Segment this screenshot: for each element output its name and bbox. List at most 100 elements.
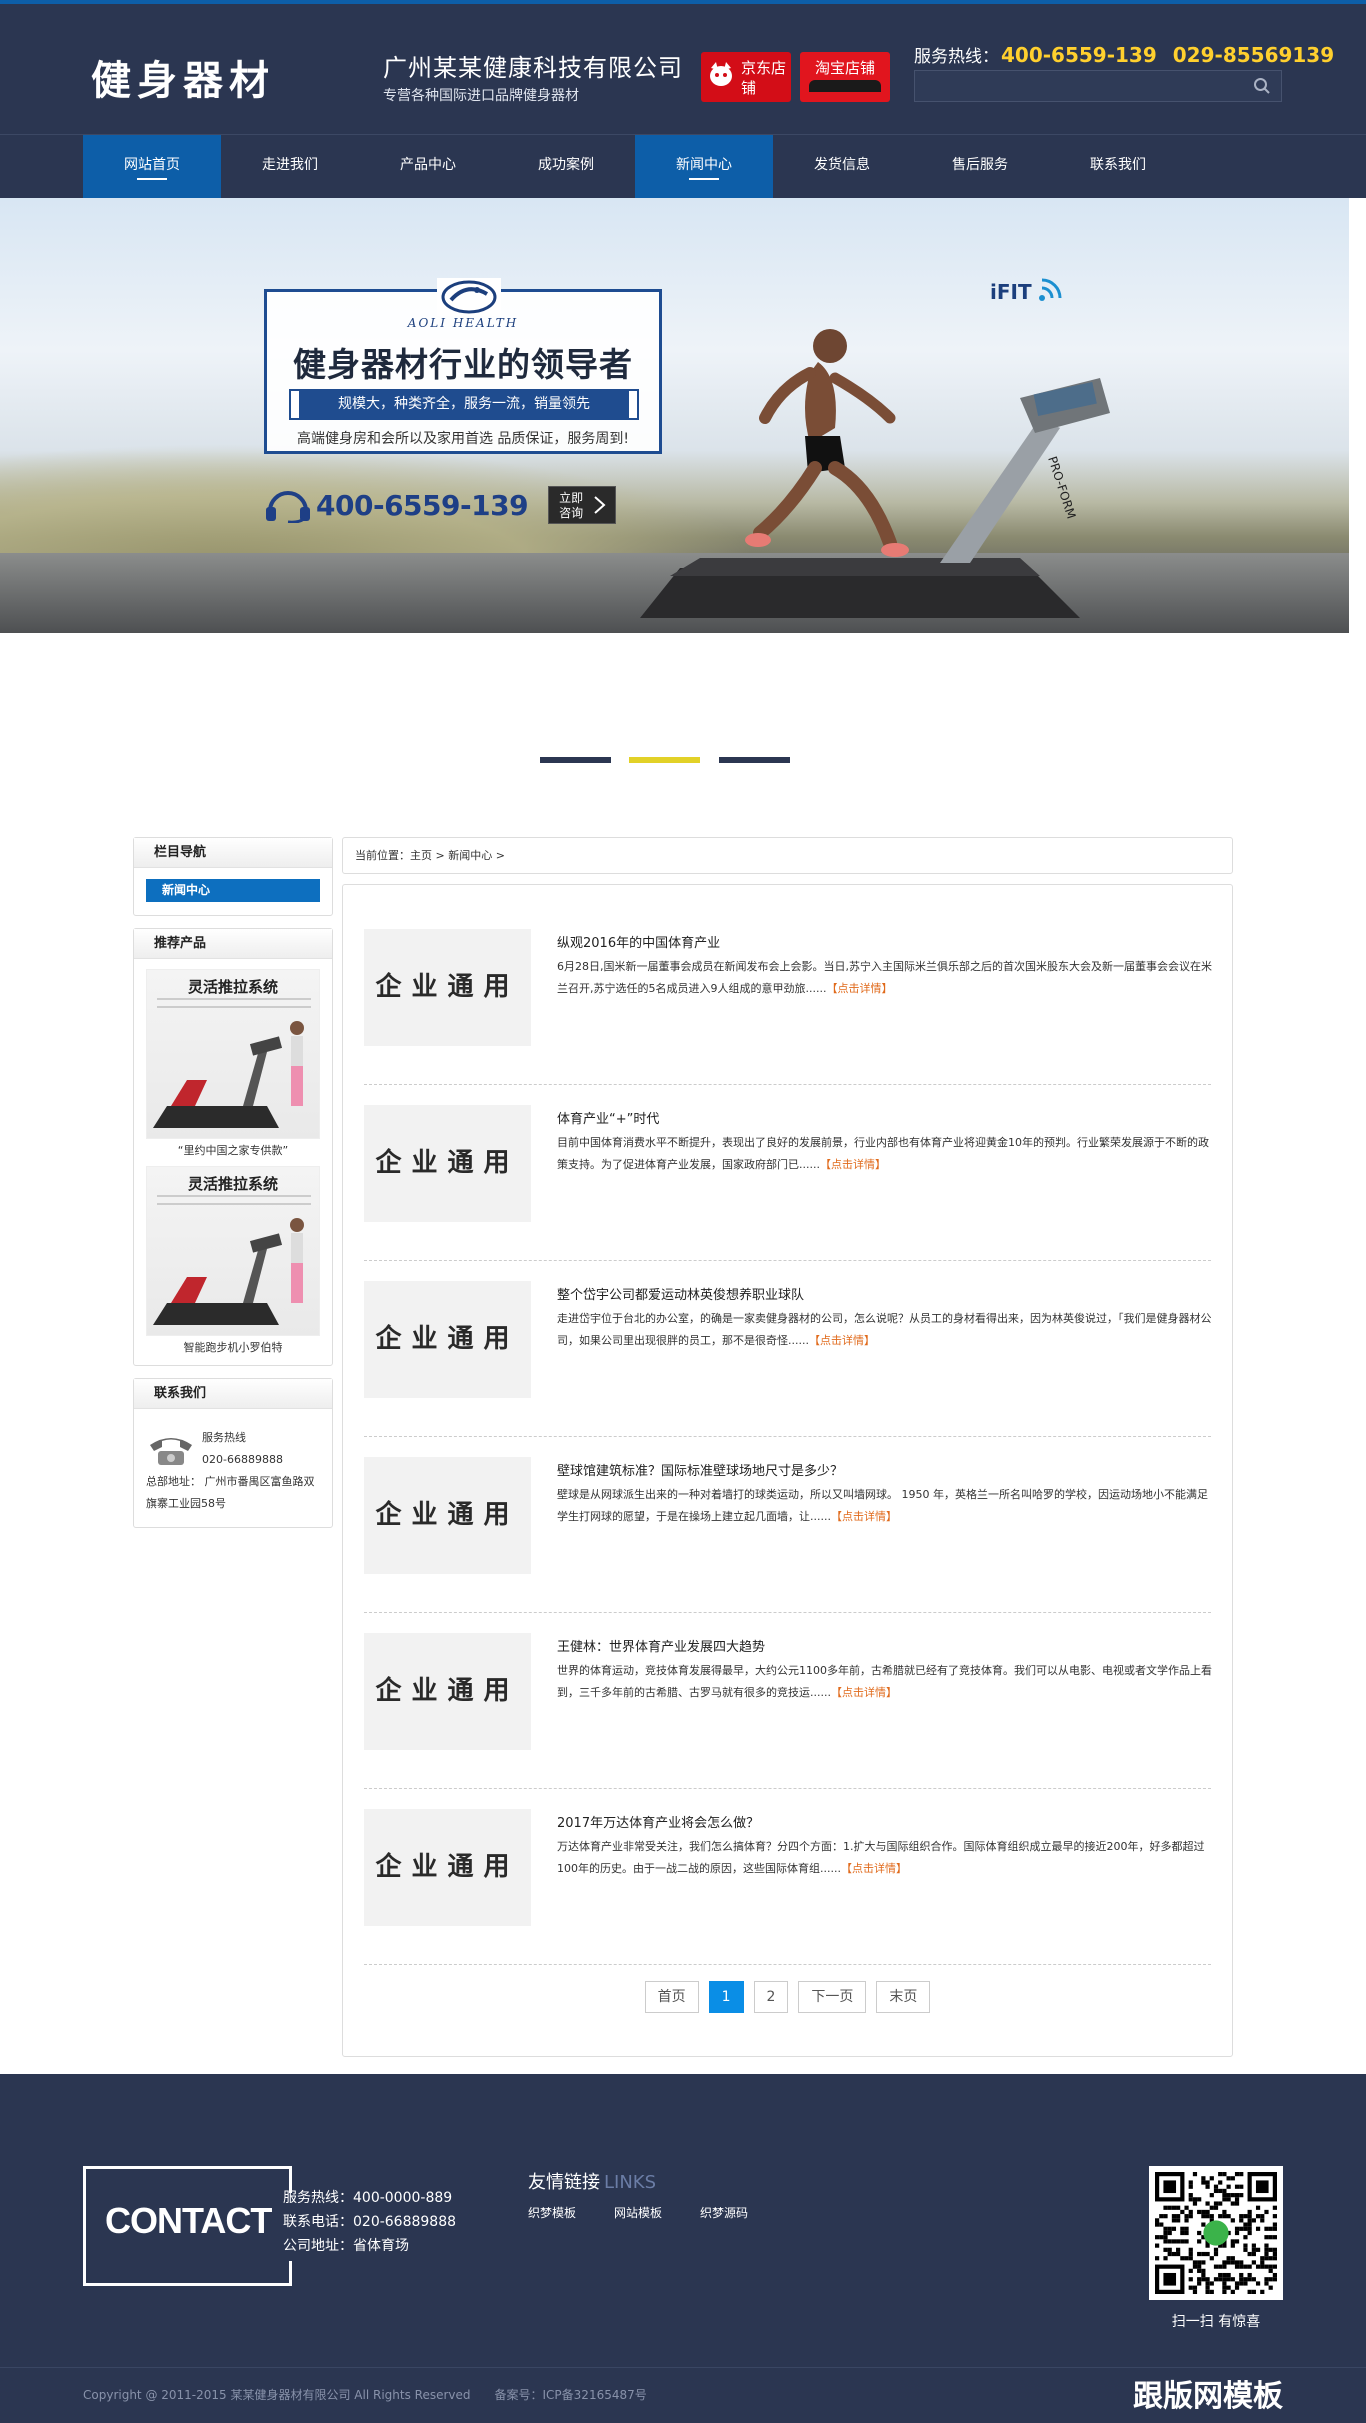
news-item: 企业通用 纵观2016年的中国体育产业 6月28日,国米新一届董事会成员在新闻发布会… [364,909,1212,1085]
chevron-right-icon [594,496,606,514]
aoli-health-logo-icon [437,278,501,316]
jd-shop-label: 京东店铺 [741,59,787,97]
taobao-shop-button[interactable]: 淘宝店铺 [800,52,890,102]
news-item: 企业通用 体育产业“+”时代 目前中国体育消费水平不断提升，表现出了良好的发展前景，… [364,1085,1211,1261]
main-content: 栏目导航 新闻中心 推荐产品 灵活推拉系统 “里约中国之家专供款” 灵活推拉系统智能… [133,837,1233,2074]
company-slogan: 专营各种国际进口品牌健身器材 [383,88,579,104]
pager-page-2[interactable]: 2 [753,1981,789,2013]
news-more-link[interactable]: 【点击详情】 [841,1862,907,1875]
pager-last-button[interactable]: 末页 [876,1981,931,2013]
news-more-link[interactable]: 【点击详情】 [831,1686,897,1699]
product-image[interactable]: 灵活推拉系统 [146,1166,320,1336]
search-icon[interactable] [1253,77,1271,95]
slider-dot-2[interactable] [629,757,700,763]
friend-links: 友情链接 LINKS 织梦模板 网站模板 织梦源码 [528,2168,786,2221]
consult-now-button[interactable]: 立即 咨询 [548,486,617,524]
pager-first-button[interactable]: 首页 [644,1981,699,2013]
news-more-link[interactable]: 【点击详情】 [809,1334,875,1347]
headset-icon [266,491,310,523]
friend-link[interactable]: 织梦源码 [700,2204,748,2221]
company-name: 广州某某健康科技有限公司 [383,54,683,82]
product-image[interactable]: 灵活推拉系统 [146,969,320,1139]
news-thumbnail[interactable]: 企业通用 [364,929,531,1046]
contact-hotline-label: 服务热线 [202,1431,246,1444]
product-image-subtext [157,1195,311,1205]
nav-item-7[interactable]: 售后服务 [911,135,1049,198]
search-input[interactable] [914,70,1282,102]
news-description: 走进岱宇位于台北的办公室，的确是一家卖健身器材的公司，怎么说呢？从员工的身材看得… [557,1308,1212,1352]
friend-link[interactable]: 织梦模板 [528,2204,576,2221]
site-logo[interactable]: 健身器材 [91,48,275,106]
news-title[interactable]: 体育产业“+”时代 [557,1108,1212,1127]
banner-edge [1349,198,1366,633]
column-nav-box: 栏目导航 新闻中心 [133,837,333,916]
nav-item-4[interactable]: 成功案例 [497,135,635,198]
recommended-products-box: 推荐产品 灵活推拉系统 “里约中国之家专供款” 灵活推拉系统智能跑步机小罗伯特 [133,928,333,1366]
product-caption[interactable]: “里约中国之家专供款” [146,1142,320,1158]
news-title[interactable]: 整个岱宇公司都爱运动林英俊想养职业球队 [557,1284,1212,1303]
consult-line-2: 咨询 [559,506,584,520]
product-image-title: 灵活推拉系统 [187,978,278,996]
pager-page-1[interactable]: 1 [708,1981,744,2013]
treadmill-product-icon [153,1218,304,1325]
news-title[interactable]: 纵观2016年的中国体育产业 [557,932,1212,951]
contact-address: 总部地址： 广州市番禺区富鱼路双旗寨工业园58号 [146,1475,315,1510]
sidebar-item-news[interactable]: 新闻中心 [146,879,320,902]
site-footer: CONTACT 服务热线：400-0000-889 联系电话：020-66889… [0,2074,1366,2367]
footer-phone: 联系电话：020-66889888 [283,2214,457,2230]
product-caption[interactable]: 智能跑步机小罗伯特 [146,1339,320,1355]
news-item: 企业通用 壁球馆建筑标准？国际标准壁球场地尺寸是多少？ 壁球是从网球派生出来的一种对… [364,1437,1211,1613]
column-nav-title: 栏目导航 [134,838,332,868]
news-item: 企业通用 整个岱宇公司都爱运动林英俊想养职业球队走进岱宇位于台北的办公室，的确是一… [364,1261,1212,1437]
product-image-subtext [157,998,311,1008]
recommended-product[interactable]: 灵活推拉系统 “里约中国之家专供款” [146,969,320,1158]
slider-dot-1[interactable] [540,757,611,763]
banner-phone-row: 400-6559-139 立即 咨询 [264,486,617,524]
news-thumbnail[interactable]: 企业通用 [364,1457,531,1574]
news-thumbnail[interactable]: 企业通用 [364,1633,531,1750]
pager-next-button[interactable]: 下一页 [798,1981,867,2013]
nav-item-1[interactable]: 网站首页 [83,135,221,198]
jd-shop-button[interactable]: 京东店铺 [701,52,791,102]
news-content: 当前位置：主页 > 新闻中心 > 企业通用 纵观2016年的中国体育产业 6月28日… [342,837,1233,2057]
contact-word: CONTACT [105,2200,272,2241]
jd-dog-icon [710,62,732,86]
icp-text[interactable]: 备案号：ICP备32165487号 [495,2388,647,2402]
news-more-link[interactable]: 【点击详情】 [826,982,892,995]
news-thumbnail[interactable]: 企业通用 [364,1281,531,1398]
site-header: 健身器材 广州某某健康科技有限公司 专营各种国际进口品牌健身器材 京东店铺 淘宝… [0,0,1366,134]
hotline-number-1: 400-6559-139 [1001,43,1157,67]
nav-item-8[interactable]: 联系我们 [1049,135,1187,198]
nav-item-2[interactable]: 走进我们 [221,135,359,198]
breadcrumb: 当前位置：主页 > 新闻中心 > [342,837,1233,874]
contact-title: 联系我们 [134,1379,332,1409]
news-title[interactable]: 王健林：世界体育产业发展四大趋势 [557,1636,1212,1655]
telephone-icon [150,1438,192,1465]
nav-item-3[interactable]: 产品中心 [359,135,497,198]
copyright-text: Copyright @ 2011-2015 某某健身器材有限公司 All Rig… [83,2388,471,2402]
slider-dot-3[interactable] [719,757,790,763]
recommended-product[interactable]: 灵活推拉系统智能跑步机小罗伯特 [146,1166,320,1355]
news-title[interactable]: 壁球馆建筑标准？国际标准壁球场地尺寸是多少？ [557,1460,1212,1479]
news-thumbnail[interactable]: 企业通用 [364,1105,531,1222]
news-description: 6月28日,国米新一届董事会成员在新闻发布会上会影。当日,苏宁入主国际米兰俱乐部… [557,956,1212,1000]
nav-item-5[interactable]: 新闻中心 [635,135,773,198]
friend-links-title-en: LINKS [604,2172,657,2193]
ifit-text: iFIT [990,280,1032,304]
news-title[interactable]: 2017年万达体育产业将会怎么做？ [557,1812,1212,1831]
recommended-products-title: 推荐产品 [134,929,332,959]
treadmill-product-icon [153,1021,304,1128]
friend-link[interactable]: 网站模板 [614,2204,662,2221]
footer-contact-lines: 服务热线：400-0000-889 联系电话：020-66889888 公司地址… [283,2186,456,2258]
qr-code [1149,2166,1283,2300]
nav-item-6[interactable]: 发货信息 [773,135,911,198]
news-more-link[interactable]: 【点击详情】 [831,1510,897,1523]
hero-banner[interactable]: PRO-FORM iFIT AOLI HEALTH 健身器材行业的领导者 规模大… [0,198,1366,633]
treadmill-runner-image: PRO-FORM [640,329,1110,618]
news-thumbnail[interactable]: 企业通用 [364,1809,531,1926]
news-more-link[interactable]: 【点击详情】 [820,1158,886,1171]
slider-dots [0,633,1366,767]
consult-line-1: 立即 [559,491,584,505]
company-info: 广州某某健康科技有限公司 专营各种国际进口品牌健身器材 [383,48,683,105]
watermark-text: 跟版网模板 [1133,2379,1283,2414]
